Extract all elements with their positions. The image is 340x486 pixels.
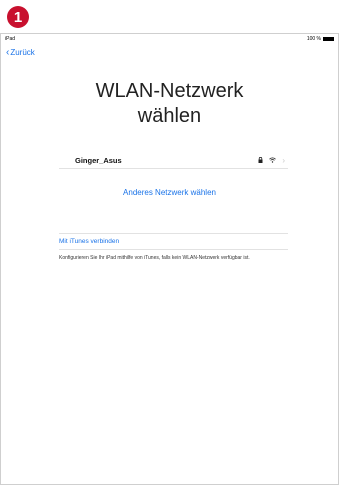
ipad-screen: iPad 100 % ‹ Zurück WLAN-Netzwerk wählen… [0, 33, 339, 485]
device-label: iPad [5, 36, 16, 42]
chevron-left-icon: ‹ [6, 46, 10, 58]
itunes-connect-link[interactable]: Mit iTunes verbinden [59, 238, 119, 245]
other-network-button[interactable]: Anderes Netzwerk wählen [1, 188, 338, 197]
battery-icon [323, 37, 334, 41]
back-button[interactable]: ‹ Zurück [6, 46, 35, 58]
divider [59, 249, 288, 250]
page-title: WLAN-Netzwerk wählen [1, 79, 338, 129]
network-item[interactable]: Ginger_Asus › [59, 152, 288, 169]
lock-icon [258, 157, 263, 163]
network-indicators: › [258, 156, 285, 165]
title-line-1: WLAN-Netzwerk [95, 80, 244, 102]
title-line-2: wählen [137, 105, 202, 127]
itunes-hint-text: Konfigurieren Sie Ihr iPad mithilfe von … [59, 255, 250, 261]
status-bar: iPad 100 % [5, 35, 334, 43]
network-name: Ginger_Asus [75, 155, 122, 165]
back-button-label: Zurück [10, 48, 35, 57]
chevron-right-icon: › [282, 155, 285, 165]
step-badge: 1 [7, 6, 29, 28]
wifi-icon [269, 157, 277, 163]
battery-status: 100 % [307, 36, 334, 42]
divider [59, 233, 288, 234]
battery-percent: 100 % [306, 36, 321, 42]
